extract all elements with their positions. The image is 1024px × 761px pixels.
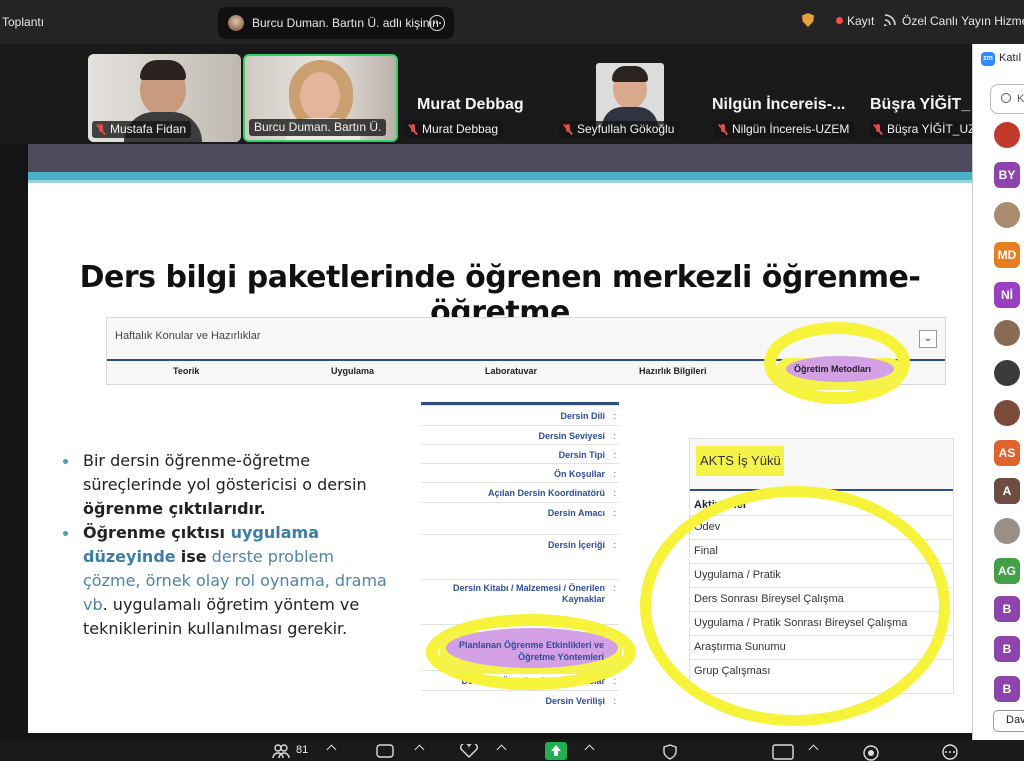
participants-sidebar: zm Katıl K BY MD Nİ AS A AG B B B Dav [972,44,1024,747]
participant-avatar[interactable] [994,360,1020,386]
more-options-icon[interactable] [429,15,445,31]
chevron-up-icon[interactable] [496,744,507,755]
chevron-up-icon[interactable] [414,744,425,755]
akts-title: AKTS İş Yükü [700,453,781,468]
apps-icon[interactable] [862,744,880,761]
bullet-item: Bir dersin öğrenme-öğretme süreçlerinde … [63,449,393,521]
reactions-icon[interactable] [458,742,480,761]
live-stream-label[interactable]: Özel Canlı Yayın Hizmet [902,14,1024,28]
participant-big-name: Nilgün İncereis-... [712,96,846,113]
more-icon[interactable] [940,744,960,761]
course-row: Dersin Verilişi: [421,690,619,712]
weekly-column-header: Uygulama [331,366,375,376]
weekly-column-header: Hazırlık Bilgileri [639,366,707,376]
participant-avatar[interactable] [994,400,1020,426]
participant-avatar[interactable] [994,202,1020,228]
participants-count: 81 [296,744,309,756]
participant-avatar[interactable]: AG [994,558,1020,584]
course-row: Dersin Tipi: [421,444,619,463]
chevron-up-icon[interactable] [808,744,819,755]
shared-screen-slide: Ders bilgi paketlerinde öğrenen merkezli… [28,144,972,733]
recording-label[interactable]: Kayıt [847,14,874,28]
mic-muted-icon [718,124,728,135]
participant-avatar[interactable]: A [994,478,1020,504]
course-row: Ön Koşullar: [421,463,619,482]
share-tab[interactable]: Burcu Duman. Bartın Ü. adlı kişinin [218,7,454,39]
participant-big-name: Büşra YİĞİT_ [870,96,971,113]
participant-tile[interactable]: Seyfullah Gökoğlu [555,54,707,142]
weekly-panel-title: Haftalık Konular ve Hazırlıklar [115,330,261,342]
participant-tile[interactable]: Nilgün İncereis-... Nilgün İncereis-UZEM [710,54,862,142]
participant-avatar[interactable] [994,122,1020,148]
participant-avatar[interactable]: AS [994,440,1020,466]
participant-avatar[interactable]: BY [994,162,1020,188]
participant-search-input[interactable]: K [990,84,1024,114]
slide-bullets: Bir dersin öğrenme-öğretme süreçlerinde … [63,449,393,641]
search-placeholder: K [1017,93,1024,105]
participant-tile[interactable]: Büşra YİĞİT_ Büşra YİĞİT_UZE [865,54,972,142]
mic-muted-icon [96,124,106,135]
participant-avatar[interactable]: Nİ [994,282,1020,308]
recording-dot-icon [836,17,843,24]
participants-icon[interactable] [272,744,290,761]
participant-avatar[interactable]: B [994,596,1020,622]
bullet-item: Öğrenme çıktısı uygulama düzeyinde ise d… [63,521,393,641]
invite-button[interactable]: Dav [993,710,1024,732]
record-icon[interactable] [772,744,794,761]
mic-muted-icon [408,124,418,135]
slide-accent-band [28,172,972,180]
participant-photo [596,63,664,127]
zoom-logo-icon: zm [981,52,995,66]
slide-accent-line [28,180,972,183]
top-bar: Toplantı Burcu Duman. Bartın Ü. adlı kiş… [0,0,1024,44]
chat-icon[interactable] [376,744,396,761]
security-shield-icon[interactable] [662,744,678,761]
meeting-toolbar: 81 [0,740,1024,761]
participant-tile-active-speaker[interactable]: Burcu Duman. Bartın Ü. [243,54,398,142]
participant-strip: Mustafa Fidan Burcu Duman. Bartın Ü. Mur… [0,44,1024,144]
course-field-highlighted: Planlanan Öğrenme Etkinlikleri ve Öğretm… [458,640,604,662]
meeting-title: Toplantı [2,15,45,29]
share-screen-button[interactable] [545,742,567,760]
chevron-up-icon[interactable] [584,744,595,755]
slide-header-band [28,144,972,172]
yellow-highlight-circle [640,486,950,726]
weekly-column-header-highlighted: Öğretim Metodları [794,364,872,374]
participant-name: Büşra YİĞİT_UZE [869,121,972,138]
security-shield-icon[interactable] [802,13,814,27]
share-tab-label: Burcu Duman. Bartın Ü. adlı kişinin [252,16,439,30]
participant-tile[interactable]: Murat Debbag Murat Debbag [400,54,552,142]
participant-avatar[interactable]: B [994,676,1020,702]
participant-avatar[interactable] [994,320,1020,346]
participant-name: Nilgün İncereis-UZEM [714,121,855,138]
search-icon [1001,93,1011,103]
sidebar-title: Katıl [999,52,1022,64]
course-row: Açılan Dersin Koordinatörü: [421,482,619,502]
participant-avatar[interactable] [994,518,1020,544]
participant-name: Seyfullah Gökoğlu [559,121,680,138]
course-row: Dersin Seviyesi: [421,425,619,444]
participant-avatar[interactable]: B [994,636,1020,662]
participant-avatar[interactable]: MD [994,242,1020,268]
participant-name: Mustafa Fidan [92,121,192,138]
mic-muted-icon [873,124,883,135]
course-row: Dersin Dili: [421,405,619,425]
live-stream-icon [883,14,898,29]
participant-name: Murat Debbag [404,121,504,138]
participant-name: Burcu Duman. Bartın Ü. [249,119,387,136]
participant-tile[interactable]: Mustafa Fidan [88,54,241,142]
course-row: Dersin İçeriği: [421,534,619,579]
course-row: Dersin Amacı: [421,502,619,534]
weekly-column-header: Laboratuvar [485,366,538,376]
chevron-up-icon[interactable] [326,744,337,755]
presenter-avatar [228,15,244,31]
zoom-meeting-window: Toplantı Burcu Duman. Bartın Ü. adlı kiş… [0,0,1024,761]
mic-muted-icon [563,124,573,135]
weekly-column-header: Teorik [173,366,200,376]
chevron-down-icon: ⌄ [919,330,937,348]
participant-big-name: Murat Debbag [417,96,524,113]
